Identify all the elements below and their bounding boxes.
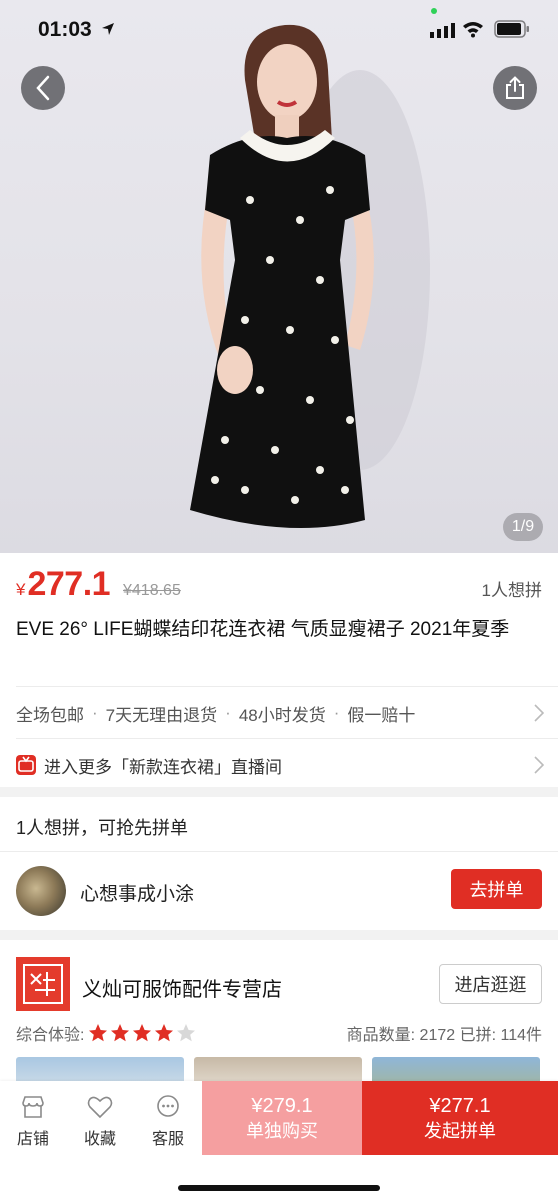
solo-price: ¥279.1 <box>251 1095 313 1117</box>
tab-label: 店铺 <box>16 1131 49 1148</box>
rating-label: 综合体验: <box>16 1027 85 1044</box>
service-separator: · <box>92 703 98 722</box>
join-group-button[interactable]: 去拼单 <box>451 869 542 909</box>
live-tv-icon <box>16 755 36 775</box>
want-count: 1人想拼 <box>481 581 542 600</box>
tab-store[interactable]: 店铺 <box>8 1093 58 1149</box>
home-indicator[interactable] <box>178 1185 380 1191</box>
group-buy-price: ¥277.1 <box>429 1095 491 1117</box>
tab-label: 收藏 <box>83 1131 116 1148</box>
star-icon <box>177 1024 196 1042</box>
status-time: 01:03 <box>38 18 92 41</box>
service-separator: · <box>333 703 340 722</box>
store-name[interactable]: 义灿可服饰配件专营店 <box>82 973 282 1002</box>
group-buy-label: 发起拼单 <box>424 1121 496 1141</box>
star-icon <box>111 1024 130 1042</box>
store-icon <box>22 1096 44 1118</box>
visit-store-button[interactable]: 进店逛逛 <box>439 964 542 1004</box>
privacy-indicator <box>431 8 437 14</box>
avatar <box>16 866 66 916</box>
live-room-text: 进入更多「新款连衣裙」直播间 <box>44 757 282 777</box>
location-arrow-icon <box>102 23 114 35</box>
wifi-icon <box>463 22 483 38</box>
product-info-card: ¥ 277.1 ¥418.65 1人想拼 EVE 26° LIFE蝴蝶结印花连衣… <box>0 553 558 787</box>
chevron-right-icon <box>534 756 544 774</box>
chat-icon <box>157 1095 179 1117</box>
tab-customer-service[interactable]: 客服 <box>143 1093 193 1149</box>
heart-icon <box>87 1096 113 1119</box>
star-icon <box>155 1024 174 1042</box>
share-button[interactable] <box>493 66 537 110</box>
service-item: 7天无理由退货 <box>105 705 218 725</box>
image-pager: 1/9 <box>503 513 543 541</box>
group-buy-section: 1人想拼，可抢先拼单 心想事成小涂 去拼单 <box>0 797 558 930</box>
live-room-link[interactable]: 进入更多「新款连衣裙」直播间 <box>16 750 546 780</box>
divider <box>16 686 558 687</box>
solo-label: 单独购买 <box>246 1121 318 1141</box>
divider <box>0 851 558 852</box>
store-stats: 商品数量: 2172 已拼: 114件 <box>346 1027 542 1044</box>
store-logo[interactable] <box>16 957 70 1011</box>
service-separator: · <box>225 703 231 722</box>
start-group-buy-button[interactable]: ¥277.1 发起拼单 <box>362 1081 558 1155</box>
star-icon <box>133 1024 152 1042</box>
service-item: 全场包邮 <box>16 705 84 725</box>
service-guarantees[interactable]: 全场包邮 · 7天无理由退货 · 48小时发货 · 假一赔十 <box>16 698 546 728</box>
price-value: 277.1 <box>27 565 111 603</box>
service-item: 48小时发货 <box>238 705 326 725</box>
battery-icon <box>494 20 529 38</box>
group-member-name: 心想事成小涂 <box>80 884 195 905</box>
back-button[interactable] <box>21 66 65 110</box>
status-bar: 01:03 <box>0 0 558 60</box>
store-rating: 综合体验: <box>16 1021 198 1045</box>
rating-stars <box>88 1023 198 1043</box>
bottom-action-bar: 店铺 收藏 客服 ¥279.1 单独购买 ¥277.1 发起拼单 <box>0 1081 558 1200</box>
product-title: EVE 26° LIFE蝴蝶结印花连衣裙 气质显瘦裙子 2021年夏季 <box>16 619 510 640</box>
share-icon <box>506 76 524 99</box>
currency-symbol: ¥ <box>16 580 26 599</box>
group-buy-title: 1人想拼，可抢先拼单 <box>16 818 189 838</box>
buy-alone-button[interactable]: ¥279.1 单独购买 <box>202 1081 362 1155</box>
tab-label: 客服 <box>151 1131 184 1148</box>
star-icon <box>89 1024 108 1042</box>
tab-favorite[interactable]: 收藏 <box>75 1093 125 1149</box>
divider <box>16 738 558 739</box>
service-item: 假一赔十 <box>347 705 416 725</box>
original-price: ¥418.65 <box>123 582 181 599</box>
product-image-gallery[interactable]: 01:03 1/9 <box>0 0 558 553</box>
chevron-left-icon <box>36 75 50 101</box>
cellular-signal-icon <box>430 23 455 38</box>
product-photo-model <box>190 24 430 528</box>
group-price: ¥ 277.1 <box>16 565 111 604</box>
chevron-right-icon <box>534 704 544 722</box>
